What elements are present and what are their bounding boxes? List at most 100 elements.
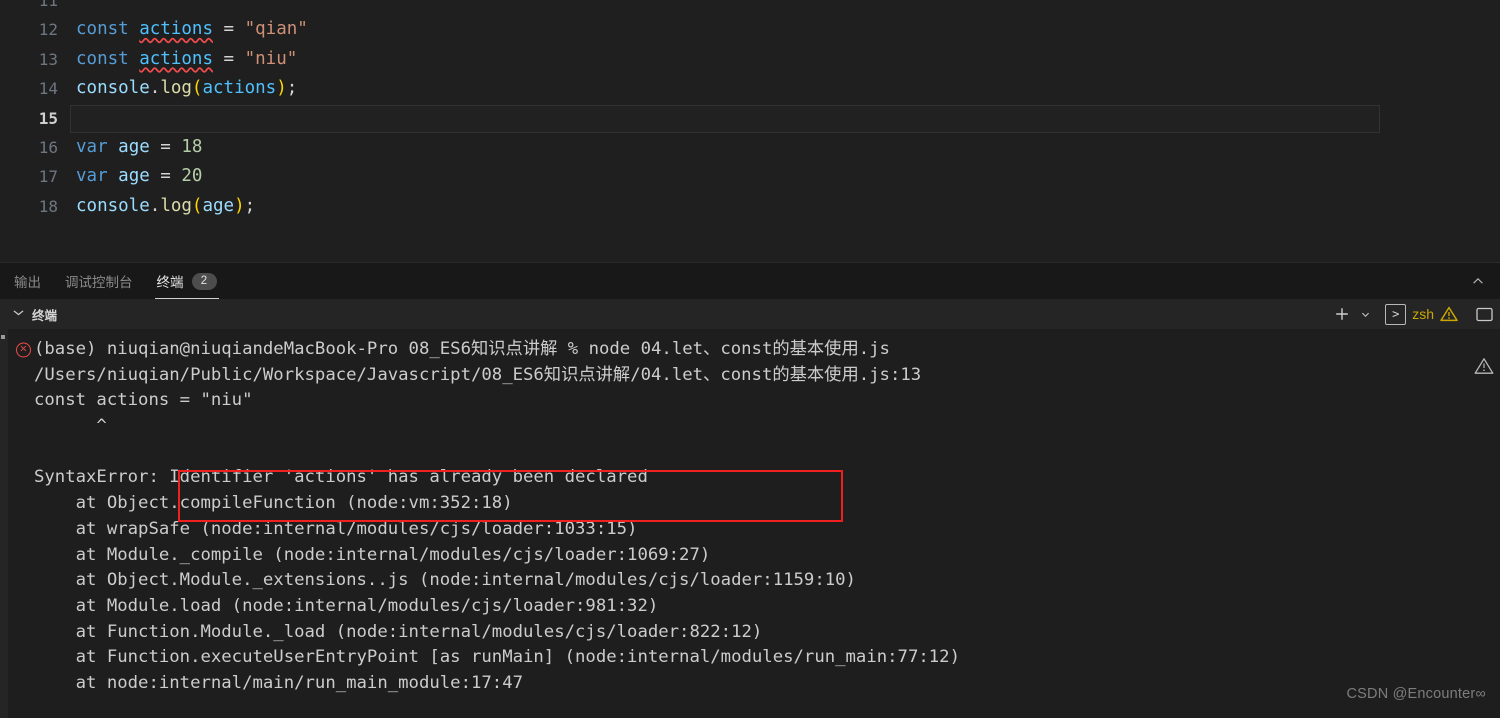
code-token: = bbox=[213, 48, 245, 69]
terminal-title-group[interactable]: 终端 bbox=[0, 305, 57, 324]
editor-line[interactable]: 11 bbox=[0, 0, 1500, 15]
line-number: 16 bbox=[38, 137, 58, 157]
terminal-section-header: 终端 > zsh bbox=[0, 299, 1500, 329]
panel-tab-actions bbox=[1466, 263, 1490, 299]
line-number: 12 bbox=[38, 20, 58, 40]
terminal-line-text: /Users/niuqian/Public/Workspace/Javascri… bbox=[34, 364, 922, 385]
terminal-line: ^ bbox=[8, 414, 1500, 440]
code-token: console bbox=[76, 78, 150, 99]
code-token: . bbox=[149, 78, 161, 99]
terminal-line-text: at Function.Module._load (node:internal/… bbox=[34, 621, 763, 642]
terminal-line-text: at Module.load (node:internal/modules/cj… bbox=[34, 595, 659, 616]
terminal-line-text: at wrapSafe (node:internal/modules/cjs/l… bbox=[34, 518, 638, 539]
line-number: 14 bbox=[38, 79, 58, 99]
terminal-shell-icon[interactable]: > bbox=[1385, 303, 1407, 325]
code-token: var bbox=[76, 166, 108, 187]
line-code: const actions = "niu" bbox=[76, 45, 297, 74]
code-token: ; bbox=[286, 78, 298, 99]
terminal-line: at Object.compileFunction (node:vm:352:1… bbox=[8, 491, 1500, 517]
panel-tab-2[interactable]: 终端 2 bbox=[145, 263, 229, 299]
terminal-line-text: (base) niuqian@niuqiandeMacBook-Pro 08_E… bbox=[34, 339, 890, 359]
line-code: var age = 18 bbox=[76, 133, 202, 162]
editor-line[interactable]: 18 console.log(age); bbox=[0, 192, 1500, 221]
code-token: ) bbox=[276, 78, 287, 99]
terminal-line: at Module.load (node:internal/modules/cj… bbox=[8, 594, 1500, 620]
error-circle-icon: × bbox=[16, 342, 31, 358]
split-terminal-icon[interactable] bbox=[1472, 302, 1496, 326]
editor-line[interactable]: 14 console.log(actions); bbox=[0, 74, 1500, 103]
terminal-line: × (base) niuqian@niuqiandeMacBook-Pro 08_… bbox=[8, 337, 1500, 363]
panel-tab-bar: 输出 调试控制台 终端 2 bbox=[0, 263, 1500, 299]
terminal-line: SyntaxError: Identifier 'actions' has al… bbox=[8, 465, 1500, 491]
watermark: CSDN @Encounter∞ bbox=[1346, 686, 1486, 702]
chevron-down-icon[interactable] bbox=[10, 306, 26, 322]
terminal-line-text: at Module._compile (node:internal/module… bbox=[34, 544, 711, 565]
code-token: actions bbox=[139, 19, 213, 40]
terminal-line: /Users/niuqian/Public/Workspace/Javascri… bbox=[8, 363, 1500, 389]
chevron-up-icon[interactable] bbox=[1466, 269, 1490, 293]
terminal-line: at Module._compile (node:internal/module… bbox=[8, 543, 1500, 569]
code-token: actions bbox=[202, 78, 277, 99]
terminal-line: at wrapSafe (node:internal/modules/cjs/l… bbox=[8, 517, 1500, 543]
terminal-line: at Function.Module._load (node:internal/… bbox=[8, 620, 1500, 646]
code-editor[interactable]: 11 12 const actions = "qian" 13 const action… bbox=[0, 0, 1500, 262]
code-token: age bbox=[118, 136, 150, 157]
line-number: 18 bbox=[38, 196, 58, 216]
new-terminal-button[interactable] bbox=[1330, 302, 1354, 326]
code-token: actions bbox=[139, 48, 213, 69]
code-token: ) bbox=[234, 195, 245, 216]
code-token: 18 bbox=[181, 136, 203, 157]
code-token: ; bbox=[244, 195, 256, 216]
terminal-line: const actions = "niu" bbox=[8, 388, 1500, 414]
line-number: 11 bbox=[38, 0, 58, 10]
terminal-line: at Object.Module._extensions..js (node:i… bbox=[8, 568, 1500, 594]
editor-line[interactable]: 12 const actions = "qian" bbox=[0, 15, 1500, 44]
code-token: . bbox=[149, 195, 161, 216]
code-token: "niu" bbox=[244, 48, 298, 69]
code-token: = bbox=[213, 19, 245, 40]
bottom-panel: 输出 调试控制台 终端 2 终端 > zsh × (base) niuqian@… bbox=[0, 262, 1500, 718]
warning-triangle-icon[interactable] bbox=[1440, 306, 1458, 322]
code-token: 20 bbox=[181, 166, 203, 187]
terminal-line-text: at Object.compileFunction (node:vm:352:1… bbox=[34, 493, 513, 514]
panel-tab-label: 输出 bbox=[14, 275, 41, 290]
editor-line[interactable]: 17 var age = 20 bbox=[0, 162, 1500, 191]
code-token: ( bbox=[191, 195, 203, 216]
terminal-line: at Function.executeUserEntryPoint [as ru… bbox=[8, 645, 1500, 671]
terminal-line-list: × (base) niuqian@niuqiandeMacBook-Pro 08_… bbox=[8, 329, 1500, 718]
editor-line[interactable]: 13 const actions = "niu" bbox=[0, 45, 1500, 74]
line-code: console.log(age); bbox=[76, 192, 255, 221]
editor-line[interactable]: 16 var age = 18 bbox=[0, 133, 1500, 162]
line-number: 13 bbox=[38, 49, 58, 69]
terminal-shell-name[interactable]: zsh bbox=[1409, 306, 1437, 322]
current-line-highlight bbox=[70, 104, 1380, 133]
panel-tab-label: 终端 bbox=[156, 275, 184, 290]
editor-line[interactable]: 15 bbox=[0, 104, 1500, 133]
line-code: const actions = "qian" bbox=[76, 15, 308, 44]
code-token: var bbox=[76, 136, 108, 157]
code-token: const bbox=[76, 48, 129, 69]
code-token: = bbox=[149, 166, 182, 187]
panel-tab-0[interactable]: 输出 bbox=[2, 263, 53, 299]
terminal-tab-strip[interactable] bbox=[0, 329, 8, 718]
terminal-profile-chevron-down-icon[interactable] bbox=[1357, 302, 1373, 326]
code-token: ( bbox=[191, 78, 203, 99]
code-token: const bbox=[76, 19, 129, 40]
code-token: log bbox=[160, 78, 192, 99]
code-token: log bbox=[160, 195, 192, 216]
terminal-line: at node:internal/main/run_main_module:17… bbox=[8, 671, 1500, 697]
terminal-actions: > zsh bbox=[1330, 299, 1496, 329]
line-number: 15 bbox=[38, 108, 58, 128]
code-token: "qian" bbox=[244, 19, 308, 40]
terminal-scroll-marker bbox=[1, 335, 5, 339]
panel-tab-badge: 2 bbox=[191, 272, 217, 290]
terminal-output-area[interactable]: × (base) niuqian@niuqiandeMacBook-Pro 08_… bbox=[0, 329, 1500, 718]
panel-tab-label: 调试控制台 bbox=[65, 275, 133, 290]
line-number: 17 bbox=[38, 167, 58, 187]
terminal-line-text: const actions = "niu" bbox=[34, 390, 253, 411]
panel-tab-1[interactable]: 调试控制台 bbox=[53, 263, 145, 299]
vscode-window: 11 12 const actions = "qian" 13 const action… bbox=[0, 0, 1500, 718]
line-code: var age = 20 bbox=[76, 162, 202, 191]
